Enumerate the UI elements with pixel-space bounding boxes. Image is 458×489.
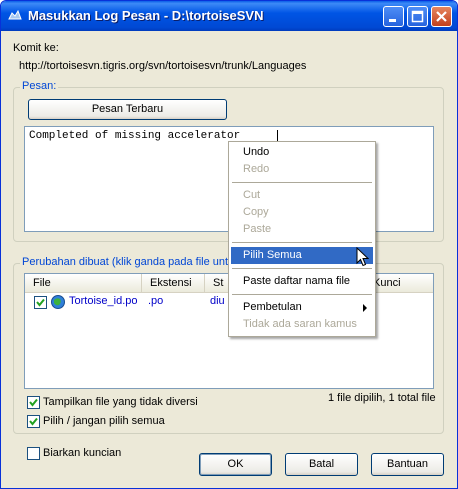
checkmark-icon	[29, 417, 38, 426]
menu-separator	[232, 294, 372, 295]
show-unversioned-checkbox[interactable]	[27, 396, 40, 409]
menu-item-undo[interactable]: Undo	[231, 144, 373, 161]
message-text: Completed of missing accelerator	[29, 130, 241, 142]
menu-item-cut[interactable]: Cut	[231, 187, 373, 204]
commit-url: http://tortoisesvn.tigris.org/svn/tortoi…	[19, 60, 307, 72]
menu-item-paste[interactable]: Paste	[231, 221, 373, 238]
keep-locks-checkbox[interactable]	[27, 447, 40, 460]
select-all-checkbox[interactable]	[27, 415, 40, 428]
column-extension[interactable]: Ekstensi	[142, 274, 205, 292]
menu-separator	[232, 182, 372, 183]
menu-item-redo[interactable]: Redo	[231, 161, 373, 178]
commit-dialog: Masukkan Log Pesan - D:\tortoiseSVN Komi…	[0, 0, 458, 489]
recent-messages-button[interactable]: Pesan Terbaru	[28, 99, 227, 120]
menu-item-select-all[interactable]: Pilih Semua	[231, 247, 373, 264]
row-checkbox[interactable]	[34, 296, 47, 309]
close-icon	[436, 11, 447, 22]
cancel-button[interactable]: Batal	[285, 453, 358, 476]
tortoise-app-icon	[8, 9, 22, 20]
window-title: Masukkan Log Pesan - D:\tortoiseSVN	[28, 8, 264, 23]
message-group-label: Pesan:	[20, 80, 59, 92]
help-button[interactable]: Bantuan	[371, 453, 444, 476]
minimize-icon	[389, 19, 396, 22]
checkmark-icon	[36, 298, 45, 307]
select-all-label[interactable]: Pilih / jangan pilih semua	[43, 415, 165, 427]
file-status-icon	[51, 295, 65, 309]
menu-item-spelling-label: Pembetulan	[243, 301, 302, 313]
close-button[interactable]	[431, 6, 452, 27]
ok-button[interactable]: OK	[199, 453, 272, 476]
show-unversioned-label[interactable]: Tampilkan file yang tidak diversi	[43, 396, 198, 408]
row-status: diu	[210, 295, 225, 307]
checkmark-icon	[29, 398, 38, 407]
row-extension: .po	[148, 295, 164, 307]
commit-to-label: Komit ke:	[13, 42, 59, 54]
row-file-name: Tortoise_id.po	[69, 295, 138, 307]
keep-locks-label[interactable]: Biarkan kuncian	[43, 447, 121, 459]
column-file[interactable]: File	[25, 274, 142, 292]
menu-item-spelling[interactable]: Pembetulan	[231, 299, 373, 316]
menu-separator	[232, 268, 372, 269]
maximize-icon	[411, 10, 424, 23]
title-bar[interactable]: Masukkan Log Pesan - D:\tortoiseSVN	[1, 1, 457, 31]
selection-summary: 1 file dipilih, 1 total file	[328, 392, 436, 404]
menu-item-copy[interactable]: Copy	[231, 204, 373, 221]
menu-item-paste-filenames[interactable]: Paste daftar nama file	[231, 273, 373, 290]
maximize-button[interactable]	[407, 6, 428, 27]
context-menu: Undo Redo Cut Copy Paste Pilih Semua Pas…	[228, 141, 376, 337]
submenu-arrow-icon	[363, 304, 367, 312]
mouse-cursor-icon	[356, 247, 369, 267]
minimize-button[interactable]	[383, 6, 404, 27]
menu-item-no-suggestions[interactable]: Tidak ada saran kamus	[231, 316, 373, 333]
menu-separator	[232, 242, 372, 243]
